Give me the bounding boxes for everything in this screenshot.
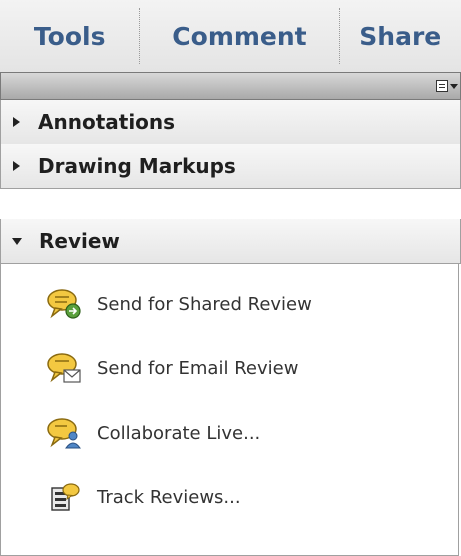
- panel-options-button[interactable]: [430, 75, 460, 97]
- section-label: Drawing Markups: [38, 154, 236, 178]
- tab-comment[interactable]: Comment: [140, 0, 338, 72]
- collapse-caret-icon: [12, 237, 22, 245]
- review-section-body: Send for Shared Review Send for Email Re…: [0, 264, 459, 556]
- section-header-review[interactable]: Review: [0, 219, 461, 264]
- item-label: Send for Email Review: [97, 357, 299, 379]
- track-reviews-item[interactable]: Track Reviews...: [45, 477, 241, 517]
- list-options-icon: [436, 80, 448, 92]
- section-label: Review: [39, 229, 120, 253]
- expand-caret-icon: [13, 117, 20, 127]
- section-header-drawing-markups[interactable]: Drawing Markups: [0, 144, 461, 189]
- top-tab-bar: Tools Comment Share: [0, 0, 461, 72]
- chevron-down-icon: [450, 83, 458, 89]
- send-for-shared-review-item[interactable]: Send for Shared Review: [45, 284, 312, 324]
- expand-caret-icon: [13, 161, 20, 171]
- item-label: Send for Shared Review: [97, 293, 312, 315]
- email-review-icon: [45, 350, 83, 386]
- send-for-email-review-item[interactable]: Send for Email Review: [45, 348, 298, 388]
- tab-share[interactable]: Share: [340, 0, 461, 72]
- collaborate-live-icon: [45, 415, 83, 451]
- section-header-annotations[interactable]: Annotations: [0, 100, 461, 145]
- tab-tools[interactable]: Tools: [0, 0, 139, 72]
- item-label: Collaborate Live...: [97, 422, 261, 444]
- panel-options-bar: [0, 72, 461, 100]
- item-label: Track Reviews...: [97, 486, 241, 508]
- shared-review-icon: [45, 286, 83, 322]
- collaborate-live-item[interactable]: Collaborate Live...: [45, 413, 260, 453]
- track-reviews-icon: [45, 479, 83, 515]
- section-label: Annotations: [38, 110, 176, 134]
